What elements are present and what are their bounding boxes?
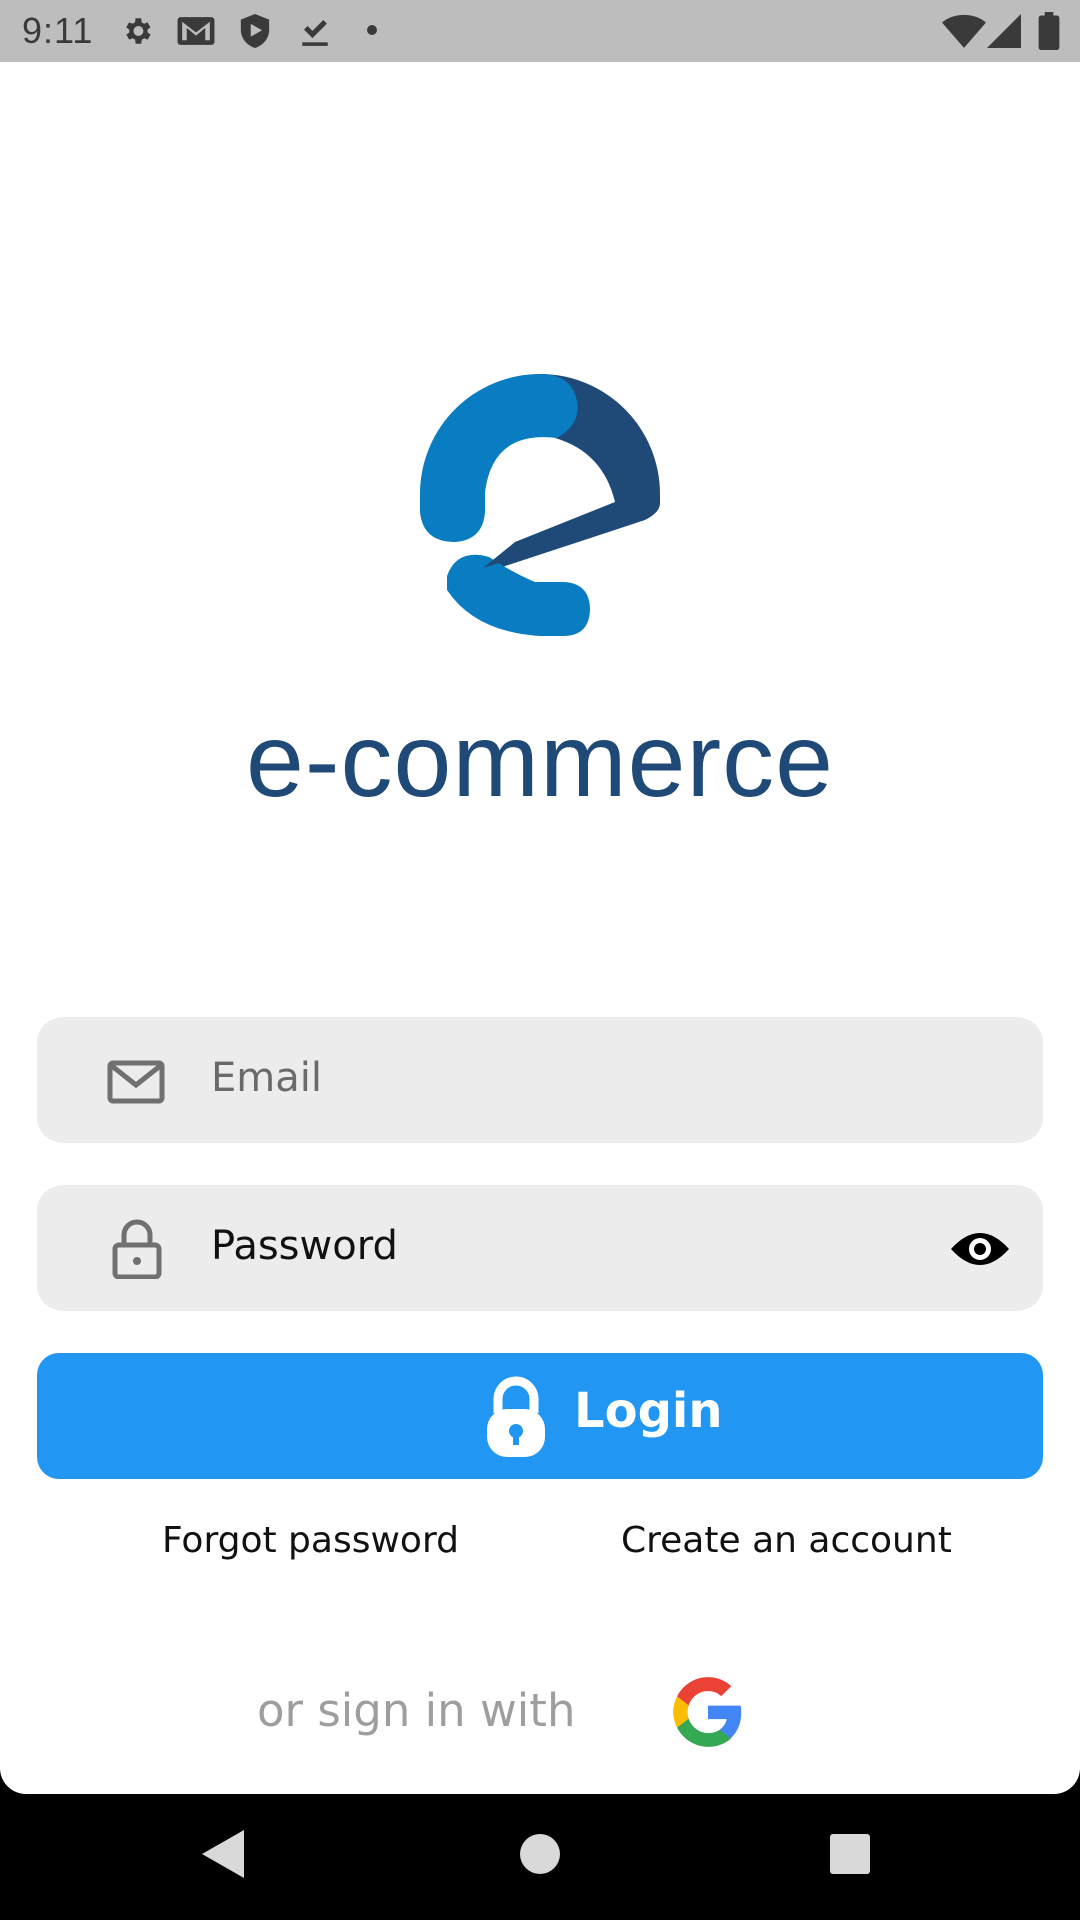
lock-icon <box>487 1376 545 1457</box>
brand-logo <box>420 374 661 636</box>
dot-icon <box>367 25 377 35</box>
create-account-link[interactable]: Create an account <box>621 1520 952 1561</box>
gear-icon <box>126 18 151 44</box>
back-icon[interactable] <box>194 1824 254 1884</box>
email-field[interactable]: Email <box>37 1017 1043 1143</box>
google-icon[interactable] <box>670 1674 746 1750</box>
eye-icon[interactable] <box>949 1227 1011 1271</box>
shield-play-icon <box>240 14 270 48</box>
navigation-bar <box>0 1794 1080 1920</box>
forgot-password-link[interactable]: Forgot password <box>162 1520 459 1561</box>
alternate-signin-label: or sign in with <box>257 1684 576 1737</box>
login-screen: e-commerce Email Password Login Forgot p… <box>0 62 1080 1794</box>
brand-name: e-commerce <box>246 703 834 819</box>
home-icon[interactable] <box>510 1824 570 1884</box>
login-label: Login <box>574 1383 723 1439</box>
signal-icon <box>987 14 1021 48</box>
password-field[interactable]: Password <box>37 1185 1043 1311</box>
lock-icon <box>112 1219 162 1279</box>
email-input[interactable]: Email <box>211 1055 322 1101</box>
battery-icon <box>1038 12 1060 50</box>
status-time: 9:11 <box>22 10 94 51</box>
status-bar: 9:11 <box>0 0 1080 62</box>
wifi-icon <box>942 14 986 48</box>
download-done-icon <box>302 20 328 46</box>
login-button[interactable]: Login <box>37 1353 1043 1479</box>
password-input[interactable]: Password <box>211 1223 398 1269</box>
recents-icon[interactable] <box>820 1824 880 1884</box>
mail-icon <box>107 1060 165 1104</box>
gmail-icon <box>177 17 215 45</box>
